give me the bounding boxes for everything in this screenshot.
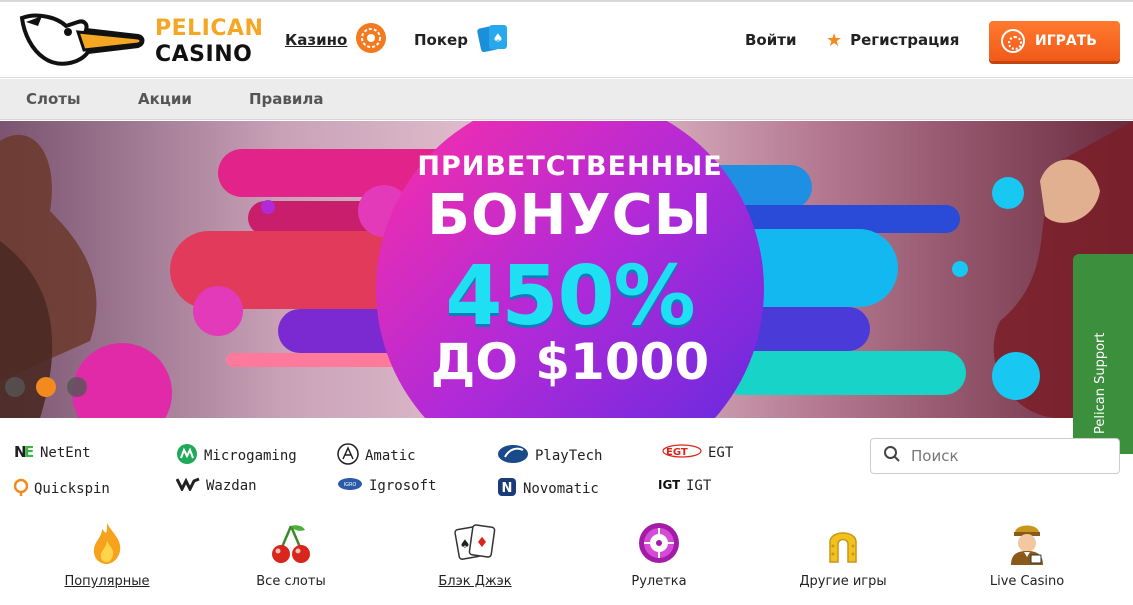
provider-label: PlayTech [535, 448, 603, 464]
banner-line-welcome: ПРИВЕТСТВЕННЫЕ [417, 151, 723, 182]
category-popular[interactable]: Популярные [32, 520, 182, 589]
provider-label: NetEnt [40, 445, 91, 461]
provider-label: Microgaming [204, 448, 297, 464]
provider-label: Wazdan [206, 478, 257, 494]
category-blackjack[interactable]: ♦ ♠ Блэк Джэк [400, 520, 550, 589]
svg-text:♠: ♠ [460, 537, 471, 551]
category-all-slots[interactable]: Все слоты [216, 520, 366, 589]
provider-igt[interactable]: IGT IGT [658, 477, 711, 495]
igrosoft-icon: IGRO [337, 477, 363, 495]
login-link[interactable]: Войти [745, 31, 796, 49]
dealer-icon [952, 520, 1102, 566]
banner-line-bonuses: БОНУСЫ [427, 183, 713, 248]
slider-dot-3[interactable] [67, 377, 87, 397]
banner-line-percent: 450% [445, 249, 695, 344]
pelican-casino-logo[interactable]: PELICAN CASINO [18, 10, 263, 72]
support-label: Pelican Support [1093, 332, 1108, 434]
register-label: Регистрация [850, 31, 960, 49]
svg-text:♠: ♠ [493, 31, 504, 45]
microgaming-icon [176, 443, 198, 469]
logo-text-casino: CASINO [155, 42, 253, 67]
igt-icon: IGT [658, 477, 681, 495]
svg-text:IGT: IGT [658, 478, 680, 491]
nav-poker[interactable]: Покер ♠ [414, 2, 510, 78]
subnav-rules[interactable]: Правила [249, 90, 324, 108]
banner-line-amount: ДО $1000 [430, 333, 710, 391]
slider-dots [5, 377, 87, 397]
category-label: Все слоты [256, 574, 326, 589]
playing-cards-icon: ♦ ♠ [400, 520, 550, 566]
provider-egt[interactable]: EGT EGT [662, 443, 733, 463]
category-live-casino[interactable]: Live Casino [952, 520, 1102, 589]
subnav-promotions[interactable]: Акции [138, 90, 192, 108]
provider-label: Igrosoft [369, 478, 437, 494]
category-label: Рулетка [631, 574, 687, 589]
provider-amatic[interactable]: Amatic [337, 443, 416, 469]
subnav-slots[interactable]: Слоты [26, 90, 81, 108]
search-input[interactable] [911, 447, 1101, 465]
category-label: Другие игры [799, 574, 887, 589]
flame-icon [32, 520, 182, 566]
provider-microgaming[interactable]: Microgaming [176, 443, 297, 469]
svg-text:IGRO: IGRO [344, 482, 357, 488]
header: PELICAN CASINO Казино Покер ♠ Войти ★ Ре… [0, 2, 1133, 78]
provider-igrosoft[interactable]: IGRO Igrosoft [337, 477, 436, 495]
novomatic-icon: N [497, 477, 517, 501]
logo-text-pelican: PELICAN [155, 16, 264, 41]
quickspin-icon [13, 477, 29, 501]
category-roulette[interactable]: Рулетка [584, 520, 734, 589]
star-icon: ★ [826, 29, 843, 51]
provider-netent[interactable]: NE NetEnt [14, 443, 91, 463]
provider-playtech[interactable]: PlayTech [497, 443, 602, 469]
provider-list: NE NetEnt Microgaming Amatic PlayTech EG… [0, 420, 860, 510]
provider-label: Amatic [365, 448, 416, 464]
roulette-icon [584, 520, 734, 566]
provider-novomatic[interactable]: N Novomatic [497, 477, 599, 501]
provider-wazdan[interactable]: Wazdan [175, 477, 257, 495]
cards-icon: ♠ [476, 22, 510, 58]
search-icon [883, 445, 901, 467]
sub-navigation: Слоты Акции Правила [0, 79, 1133, 120]
play-button[interactable]: ИГРАТЬ [989, 21, 1120, 61]
category-label: Популярные [64, 574, 150, 589]
category-other-games[interactable]: Другие игры [768, 520, 918, 589]
egt-icon: EGT [662, 443, 702, 463]
category-label: Блэк Джэк [438, 574, 512, 589]
search-box[interactable] [870, 438, 1120, 474]
chip-icon [1001, 29, 1025, 53]
provider-label: EGT [708, 445, 734, 461]
svg-text:EGT: EGT [666, 447, 688, 458]
play-label: ИГРАТЬ [1035, 33, 1097, 49]
wazdan-icon [175, 477, 200, 495]
support-tab[interactable]: Pelican Support [1073, 254, 1133, 454]
slider-dot-1[interactable] [5, 377, 25, 397]
provider-quickspin[interactable]: Quickspin [13, 477, 110, 501]
roulette-chip-icon [355, 22, 387, 58]
playtech-icon [497, 443, 529, 469]
provider-label: Quickspin [34, 481, 110, 497]
cherries-icon [216, 520, 366, 566]
slider-dot-2[interactable] [36, 377, 56, 397]
promo-banner[interactable]: ПРИВЕТСТВЕННЫЕ БОНУСЫ 450% ДО $1000 [0, 121, 1133, 418]
svg-text:♦: ♦ [476, 535, 489, 551]
nav-casino-label: Казино [285, 31, 348, 49]
nav-casino[interactable]: Казино [285, 2, 387, 78]
svg-text:E: E [24, 443, 34, 459]
svg-text:N: N [502, 481, 513, 496]
amatic-icon [337, 443, 359, 469]
provider-label: Novomatic [523, 481, 599, 497]
provider-label: IGT [686, 478, 712, 494]
category-label: Live Casino [989, 574, 1065, 589]
pelican-logo-icon [19, 13, 145, 66]
horseshoe-icon [768, 520, 918, 566]
nav-poker-label: Покер [414, 31, 468, 49]
netent-icon: NE [14, 443, 34, 463]
register-link[interactable]: ★ Регистрация [826, 31, 959, 49]
